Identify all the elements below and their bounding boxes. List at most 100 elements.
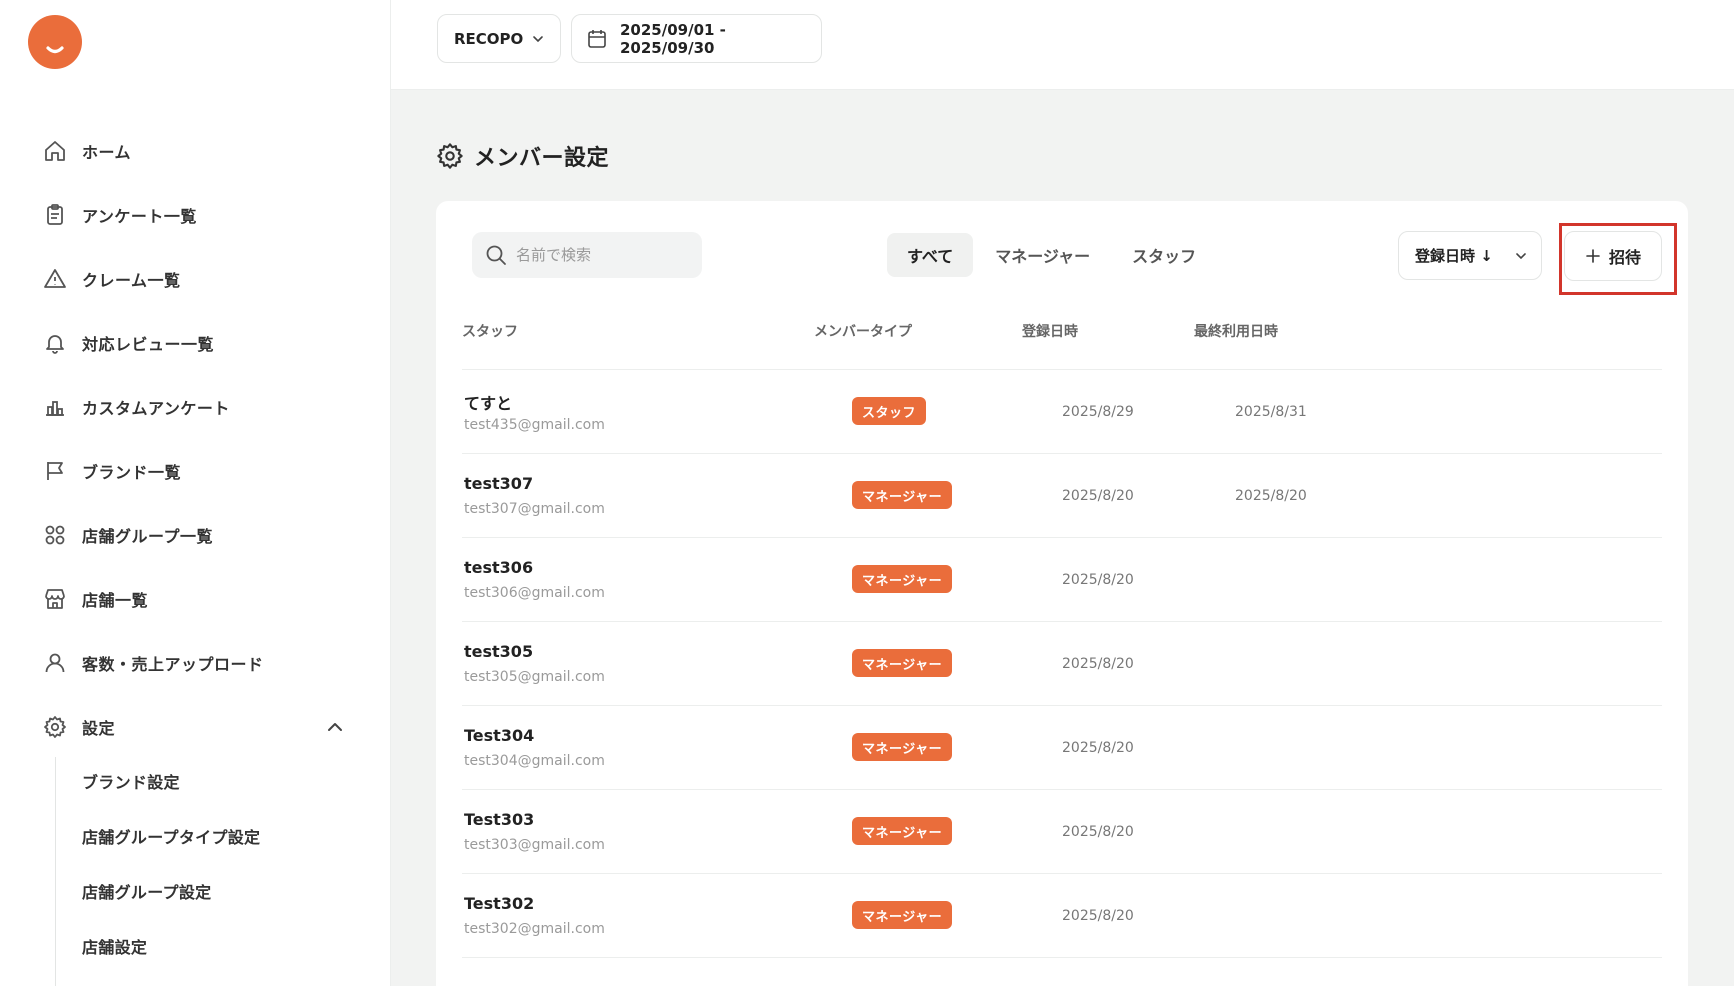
gear-icon — [436, 142, 464, 170]
sidebar-item-stores[interactable]: 店舗一覧 — [0, 567, 391, 631]
subnav-item-store-group-type-settings[interactable]: 店舗グループタイプ設定 — [0, 808, 391, 863]
flag-icon — [42, 458, 68, 484]
sidebar-item-surveys[interactable]: アンケート一覧 — [0, 183, 391, 247]
member-type-badge: マネージャー — [852, 649, 953, 677]
member-name: Test302 — [464, 894, 535, 913]
tab-all[interactable]: すべて — [887, 233, 974, 277]
member-name: Test303 — [464, 810, 535, 829]
chevron-up-icon[interactable] — [323, 715, 347, 739]
subnav-item-store-settings[interactable]: 店舗設定 — [0, 918, 391, 973]
user-icon — [42, 650, 68, 676]
bell-icon — [42, 330, 68, 356]
clipboard-icon — [42, 202, 68, 228]
column-header-member-type: メンバータイプ — [814, 324, 912, 340]
sidebar-item-brands[interactable]: ブランド一覧 — [0, 439, 391, 503]
registered-date: 2025/8/20 — [1062, 740, 1134, 756]
sidebar-item-store-groups[interactable]: 店舗グループ一覧 — [0, 503, 391, 567]
member-email: test304@gmail.com — [464, 753, 605, 769]
search-icon — [484, 243, 508, 267]
table-row[interactable]: Test304 test304@gmail.com マネージャー 2025/8/… — [462, 705, 1662, 789]
sidebar-item-reviews[interactable]: 対応レビュー一覧 — [0, 311, 391, 375]
settings-subnav: ブランド設定 店舗グループタイプ設定 店舗グループ設定 店舗設定 — [0, 753, 391, 973]
chevron-down-icon — [1513, 248, 1529, 268]
sidebar-item-settings[interactable]: 設定 — [0, 695, 391, 759]
last-used-date: 2025/8/20 — [1235, 488, 1307, 504]
sidebar-item-label: ホーム — [82, 143, 132, 162]
plus-icon — [1585, 248, 1601, 264]
table-row[interactable]: test305 test305@gmail.com マネージャー 2025/8/… — [462, 621, 1662, 705]
member-email: test302@gmail.com — [464, 921, 605, 937]
column-header-registered: 登録日時 — [1022, 324, 1078, 340]
brand-select-value: RECOPO — [454, 29, 524, 48]
registered-date: 2025/8/20 — [1062, 572, 1134, 588]
member-type-badge: マネージャー — [852, 733, 953, 761]
date-range-picker[interactable]: 2025/09/01 - 2025/09/30 — [571, 14, 822, 63]
member-email: test303@gmail.com — [464, 837, 605, 853]
registered-date: 2025/8/20 — [1062, 908, 1134, 924]
warning-icon — [42, 266, 68, 292]
invite-button-label: 招待 — [1608, 248, 1641, 267]
chart-icon — [42, 394, 68, 420]
sidebar-item-complaints[interactable]: クレーム一覧 — [0, 247, 391, 311]
sidebar-item-label: カスタムアンケート — [82, 399, 230, 418]
member-type-badge: マネージャー — [852, 481, 953, 509]
member-email: test306@gmail.com — [464, 585, 605, 601]
last-used-date: 2025/8/31 — [1235, 404, 1307, 420]
sidebar-item-upload[interactable]: 客数・売上アップロード — [0, 631, 391, 695]
table-row-divider — [462, 957, 1662, 958]
member-name: test305 — [464, 642, 534, 661]
calendar-icon — [586, 28, 608, 50]
table-row[interactable]: test307 test307@gmail.com マネージャー 2025/8/… — [462, 453, 1662, 537]
grid-icon — [42, 522, 68, 548]
sidebar-item-label: クレーム一覧 — [82, 271, 181, 290]
sidebar-item-label: 店舗グループ一覧 — [82, 527, 214, 546]
chevron-down-icon — [530, 31, 546, 51]
store-icon — [42, 586, 68, 612]
column-header-staff: スタッフ — [462, 324, 518, 340]
page-title: メンバー設定 — [436, 140, 609, 172]
subnav-item-brand-settings[interactable]: ブランド設定 — [0, 753, 391, 808]
member-type-tabs: すべて マネージャー スタッフ — [887, 233, 1218, 277]
sidebar: ホーム アンケート一覧 クレーム一覧 対応レビュー一覧 カスタムアンケート ブラ… — [0, 0, 391, 986]
member-name: てすと — [464, 394, 513, 413]
date-range-value: 2025/09/01 - 2025/09/30 — [620, 20, 726, 57]
sidebar-nav: ホーム アンケート一覧 クレーム一覧 対応レビュー一覧 カスタムアンケート ブラ… — [0, 119, 391, 759]
gear-icon — [42, 714, 68, 740]
smile-logo-icon[interactable] — [28, 15, 82, 69]
sidebar-item-label: アンケート一覧 — [82, 207, 197, 226]
registered-date: 2025/8/20 — [1062, 656, 1134, 672]
tab-manager[interactable]: マネージャー — [975, 233, 1110, 277]
sidebar-item-label: 客数・売上アップロード — [82, 655, 264, 674]
search-input[interactable] — [516, 246, 676, 264]
registered-date: 2025/8/29 — [1062, 404, 1134, 420]
table-row[interactable]: Test302 test302@gmail.com マネージャー 2025/8/… — [462, 873, 1662, 957]
sidebar-item-custom-survey[interactable]: カスタムアンケート — [0, 375, 391, 439]
subnav-item-store-group-settings[interactable]: 店舗グループ設定 — [0, 863, 391, 918]
sidebar-item-label: ブランド一覧 — [82, 463, 182, 482]
member-type-badge: スタッフ — [852, 397, 927, 425]
sidebar-item-home[interactable]: ホーム — [0, 119, 391, 183]
member-email: test307@gmail.com — [464, 501, 605, 517]
table-row[interactable]: Test303 test303@gmail.com マネージャー 2025/8/… — [462, 789, 1662, 873]
sidebar-item-label: 店舗一覧 — [82, 591, 149, 610]
table-row[interactable]: test306 test306@gmail.com マネージャー 2025/8/… — [462, 537, 1662, 621]
sidebar-item-label: 対応レビュー一覧 — [82, 335, 215, 354]
member-name: test307 — [464, 474, 534, 493]
brand-select[interactable]: RECOPO — [437, 14, 561, 63]
invite-button[interactable]: 招待 — [1564, 231, 1662, 281]
member-name: test306 — [464, 558, 534, 577]
member-card: すべて マネージャー スタッフ 登録日時 ↓ 招待 スタッフ メンバータイプ 登… — [436, 201, 1688, 986]
member-type-badge: マネージャー — [852, 817, 953, 845]
registered-date: 2025/8/20 — [1062, 488, 1134, 504]
sort-select-value: 登録日時 ↓ — [1415, 247, 1493, 265]
search-box[interactable] — [472, 232, 702, 278]
member-type-badge: マネージャー — [852, 565, 953, 593]
sidebar-item-label: 設定 — [82, 719, 116, 738]
table-row[interactable]: てすと test435@gmail.com スタッフ 2025/8/29 202… — [462, 369, 1662, 453]
member-email: test435@gmail.com — [464, 417, 605, 433]
registered-date: 2025/8/20 — [1062, 824, 1134, 840]
sort-select[interactable]: 登録日時 ↓ — [1398, 231, 1542, 280]
column-header-last-used: 最終利用日時 — [1194, 324, 1278, 340]
tab-staff[interactable]: スタッフ — [1112, 233, 1216, 277]
member-name: Test304 — [464, 726, 535, 745]
